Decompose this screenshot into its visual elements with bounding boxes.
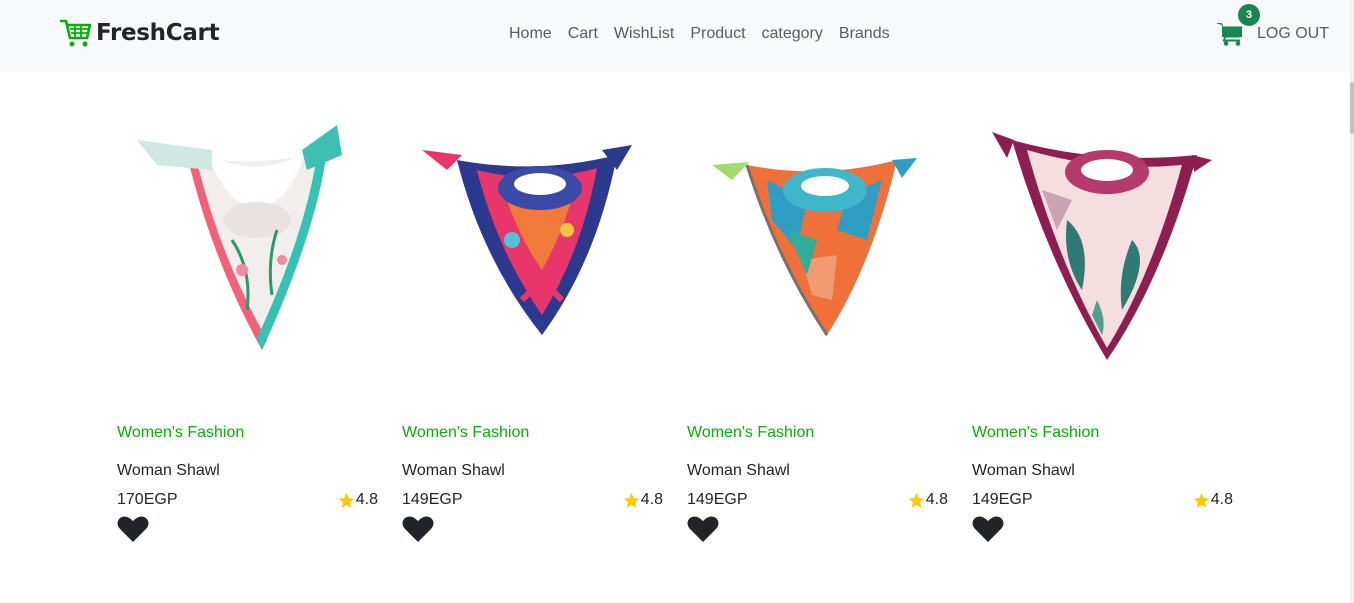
product-title: Woman Shawl [117,462,220,479]
star-icon [338,492,354,508]
product-image [712,158,917,336]
product-rating: 4.8 [908,491,948,509]
brand-logo[interactable]: FreshCart [60,18,220,48]
heart-icon[interactable] [402,515,434,543]
nav-link-home[interactable]: Home [509,25,552,43]
nav-link-product[interactable]: Product [690,25,745,43]
heart-icon[interactable] [972,515,1004,543]
product-card[interactable]: Women's Fashion Woman Shawl 149EGP 4.8 [402,110,672,560]
product-title: Woman Shawl [687,462,790,479]
star-icon [908,492,924,508]
nav-link-wishlist[interactable]: WishList [614,25,674,43]
star-icon [623,492,639,508]
nav-links: Home Cart WishList Product category Bran… [509,25,906,43]
cart-icon [1217,23,1243,46]
product-price: 170EGP [117,491,178,508]
logout-link[interactable]: LOG OUT [1257,25,1329,43]
cart-button[interactable]: 3 [1217,4,1260,46]
product-card[interactable]: Women's Fashion Woman Shawl 149EGP 4.8 [687,110,957,560]
product-image [422,145,632,335]
heart-icon[interactable] [687,515,719,543]
product-rating: 4.8 [623,491,663,509]
shopping-cart-icon [60,19,92,47]
product-card[interactable]: Women's Fashion Woman Shawl 170EGP 4.8 [117,110,387,560]
product-price: 149EGP [972,491,1033,508]
product-category: Women's Fashion [687,424,815,441]
star-icon [1193,492,1209,508]
product-title: Woman Shawl [972,462,1075,479]
product-rating: 4.8 [338,491,378,509]
brand-name: FreshCart [96,20,220,46]
nav-link-category[interactable]: category [762,25,823,43]
product-price: 149EGP [402,491,463,508]
heart-icon[interactable] [117,515,149,543]
rating-value: 4.8 [640,491,663,508]
rating-value: 4.8 [355,491,378,508]
product-category: Women's Fashion [402,424,530,441]
nav-link-cart[interactable]: Cart [568,25,598,43]
product-price: 149EGP [687,491,748,508]
product-image [137,125,342,350]
rating-value: 4.8 [1210,491,1233,508]
navbar: FreshCart Home Cart WishList Product cat… [0,0,1350,72]
product-category: Women's Fashion [117,424,245,441]
product-category: Women's Fashion [972,424,1100,441]
cart-count-badge: 3 [1238,4,1260,26]
product-image [992,132,1212,360]
product-title: Woman Shawl [402,462,505,479]
scrollbar-thumb[interactable] [1350,82,1354,134]
nav-link-brands[interactable]: Brands [839,25,890,43]
rating-value: 4.8 [925,491,948,508]
product-card[interactable]: Women's Fashion Woman Shawl 149EGP 4.8 [972,110,1242,560]
product-rating: 4.8 [1193,491,1233,509]
